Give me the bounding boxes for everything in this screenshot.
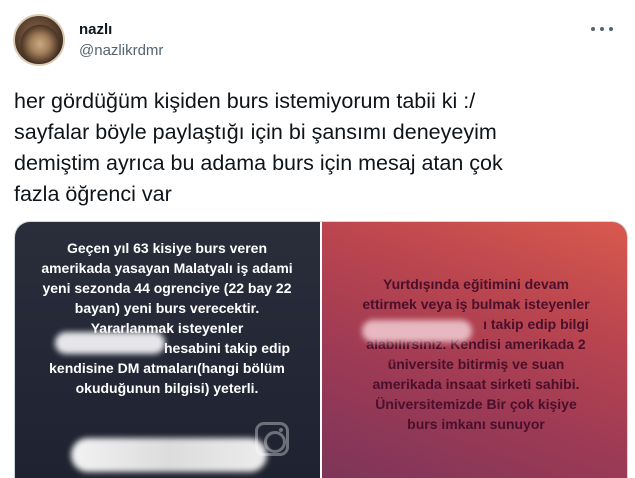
redacted-username [55,332,165,354]
tweet-text-line: her gördüğüm kişiden burs istemiyorum ta… [14,89,476,113]
author-display-name[interactable]: nazlı [79,21,112,38]
caption-line: yeni sezonda 44 ogrenciye (22 bay 22 [42,280,292,296]
caption-line: bayan) yeni burs verecektir. [74,300,260,316]
right-image-caption: Yurtdışında eğitimini devam ettirmek vey… [336,274,616,434]
caption-line: ettirmek veya iş bulmak isteyenler [362,296,590,312]
caption-line: Yurtdışında eğitimini devam [383,276,569,292]
tweet-media[interactable]: Geçen yıl 63 kisiye burs veren amerikada… [14,221,628,478]
caption-line: amerikada yasayan Malatyalı iş adami [41,260,293,276]
left-image-caption: Geçen yıl 63 kisiye burs veren amerikada… [31,238,303,398]
tweet-text-line: sayfalar böyle paylaştığı için bi şansım… [14,120,497,144]
redacted-bottom-text [71,438,267,472]
more-options-icon[interactable] [591,22,613,36]
tweet-text-line: fazla öğrenci var [14,182,172,206]
caption-line: üniversite bitirmiş ve suan [387,356,565,372]
caption-line: okuduğunun bilgisi) yeterli. [75,380,259,396]
tweet-text-line: demiştim ayrıca bu adama burs için mesaj… [14,151,503,175]
caption-line: burs imkanı sunuyor [407,416,545,432]
avatar[interactable] [13,14,65,66]
media-image-left[interactable]: Geçen yıl 63 kisiye burs veren amerikada… [15,222,320,478]
tweet-text: her gördüğüm kişiden burs istemiyorum ta… [14,86,624,210]
avatar-photo [21,20,59,64]
redacted-username [362,320,472,342]
caption-line: Geçen yıl 63 kisiye burs veren [66,240,267,256]
tweet-card[interactable]: nazlı @nazlikrdmr her gördüğüm kişiden b… [0,0,635,478]
caption-line: Üniversitemizde Bir çok kişiye [375,396,577,412]
author-handle[interactable]: @nazlikrdmr [79,42,163,59]
caption-line: kendisine DM atmaları(hangi bölüm [49,360,285,376]
media-image-right[interactable]: Yurtdışında eğitimini devam ettirmek vey… [322,222,627,478]
instagram-camera-icon [255,422,289,456]
caption-line: amerikada insaat sirketi sahibi. [372,376,580,392]
